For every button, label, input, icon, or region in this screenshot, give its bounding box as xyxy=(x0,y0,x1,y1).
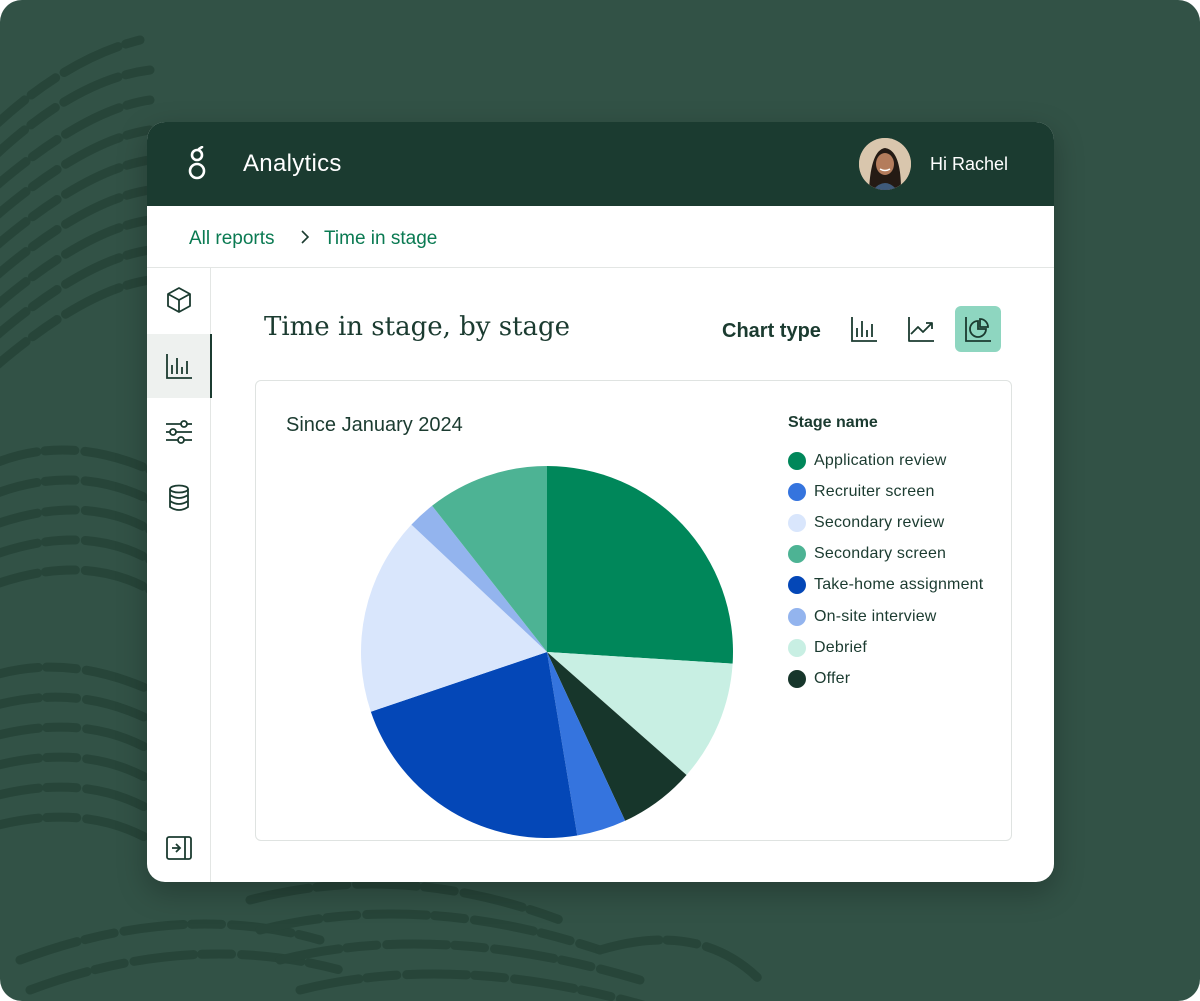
legend-swatch xyxy=(788,545,806,564)
top-bar: Analytics Hi Rachel xyxy=(147,122,1054,206)
legend-label: Recruiter screen xyxy=(814,482,935,500)
legend-item[interactable]: Secondary review xyxy=(788,507,983,538)
legend-item[interactable]: Application review xyxy=(788,445,983,476)
breadcrumb: All reports Time in stage xyxy=(147,206,1054,268)
legend-label: Application review xyxy=(814,451,947,469)
legend-item[interactable]: Offer xyxy=(788,663,983,694)
cube-icon xyxy=(167,287,191,313)
breadcrumb-all-reports[interactable]: All reports xyxy=(189,228,275,250)
legend-swatch xyxy=(788,669,806,688)
chart-subtitle: Since January 2024 xyxy=(286,414,463,436)
legend-label: Secondary review xyxy=(814,513,945,531)
pie-slice-application-review[interactable] xyxy=(547,466,733,664)
legend-item[interactable]: Recruiter screen xyxy=(788,476,983,507)
sidebar xyxy=(147,268,212,882)
bar-chart-icon xyxy=(851,317,877,342)
bar-chart-button[interactable] xyxy=(841,306,887,352)
pie-chart-button[interactable] xyxy=(955,306,1001,352)
sidebar-item-reports[interactable] xyxy=(147,334,212,398)
legend-swatch xyxy=(788,513,806,532)
legend-title: Stage name xyxy=(788,414,878,431)
background-panel: Analytics Hi Rachel All reports Time in … xyxy=(0,0,1200,1001)
chart-legend: Application review Recruiter screen Second… xyxy=(788,445,983,695)
analytics-window: Analytics Hi Rachel All reports Time in … xyxy=(147,122,1054,882)
sliders-icon xyxy=(166,420,192,444)
expand-sidebar-button[interactable] xyxy=(147,816,211,880)
legend-swatch xyxy=(788,576,806,595)
sidebar-item-filters[interactable] xyxy=(147,400,211,464)
bar-chart-icon xyxy=(166,354,192,379)
app-title: Analytics xyxy=(243,150,342,177)
chevron-right-icon xyxy=(301,230,310,244)
chart-card: Since January 2024 Stage name Applicatio… xyxy=(255,380,1012,841)
line-chart-button[interactable] xyxy=(898,306,944,352)
legend-label: Take-home assignment xyxy=(814,576,984,594)
expand-sidebar-icon xyxy=(166,836,192,860)
database-icon xyxy=(169,484,189,511)
legend-swatch xyxy=(788,451,806,470)
chart-type-label: Chart type xyxy=(722,320,821,342)
report-title: Time in stage, by stage xyxy=(264,312,571,342)
legend-item[interactable]: Secondary screen xyxy=(788,539,983,570)
pie-chart xyxy=(361,466,733,838)
legend-label: On-site interview xyxy=(814,607,937,625)
sidebar-item-explore[interactable] xyxy=(147,268,211,332)
legend-item[interactable]: Debrief xyxy=(788,632,983,663)
pie-chart-icon xyxy=(965,317,991,342)
legend-item[interactable]: Take-home assignment xyxy=(788,570,983,601)
user-greeting: Hi Rachel xyxy=(930,154,1009,174)
legend-label: Secondary screen xyxy=(814,545,947,563)
breadcrumb-time-in-stage[interactable]: Time in stage xyxy=(324,228,437,250)
user-avatar[interactable] xyxy=(859,138,911,190)
line-chart-icon xyxy=(908,317,934,342)
greenhouse-logo-icon[interactable] xyxy=(185,146,209,182)
sidebar-item-data[interactable] xyxy=(147,466,211,530)
legend-swatch xyxy=(788,607,806,626)
legend-swatch xyxy=(788,638,806,657)
legend-swatch xyxy=(788,482,806,501)
legend-item[interactable]: On-site interview xyxy=(788,601,983,632)
legend-label: Offer xyxy=(814,669,851,687)
legend-label: Debrief xyxy=(814,638,867,656)
